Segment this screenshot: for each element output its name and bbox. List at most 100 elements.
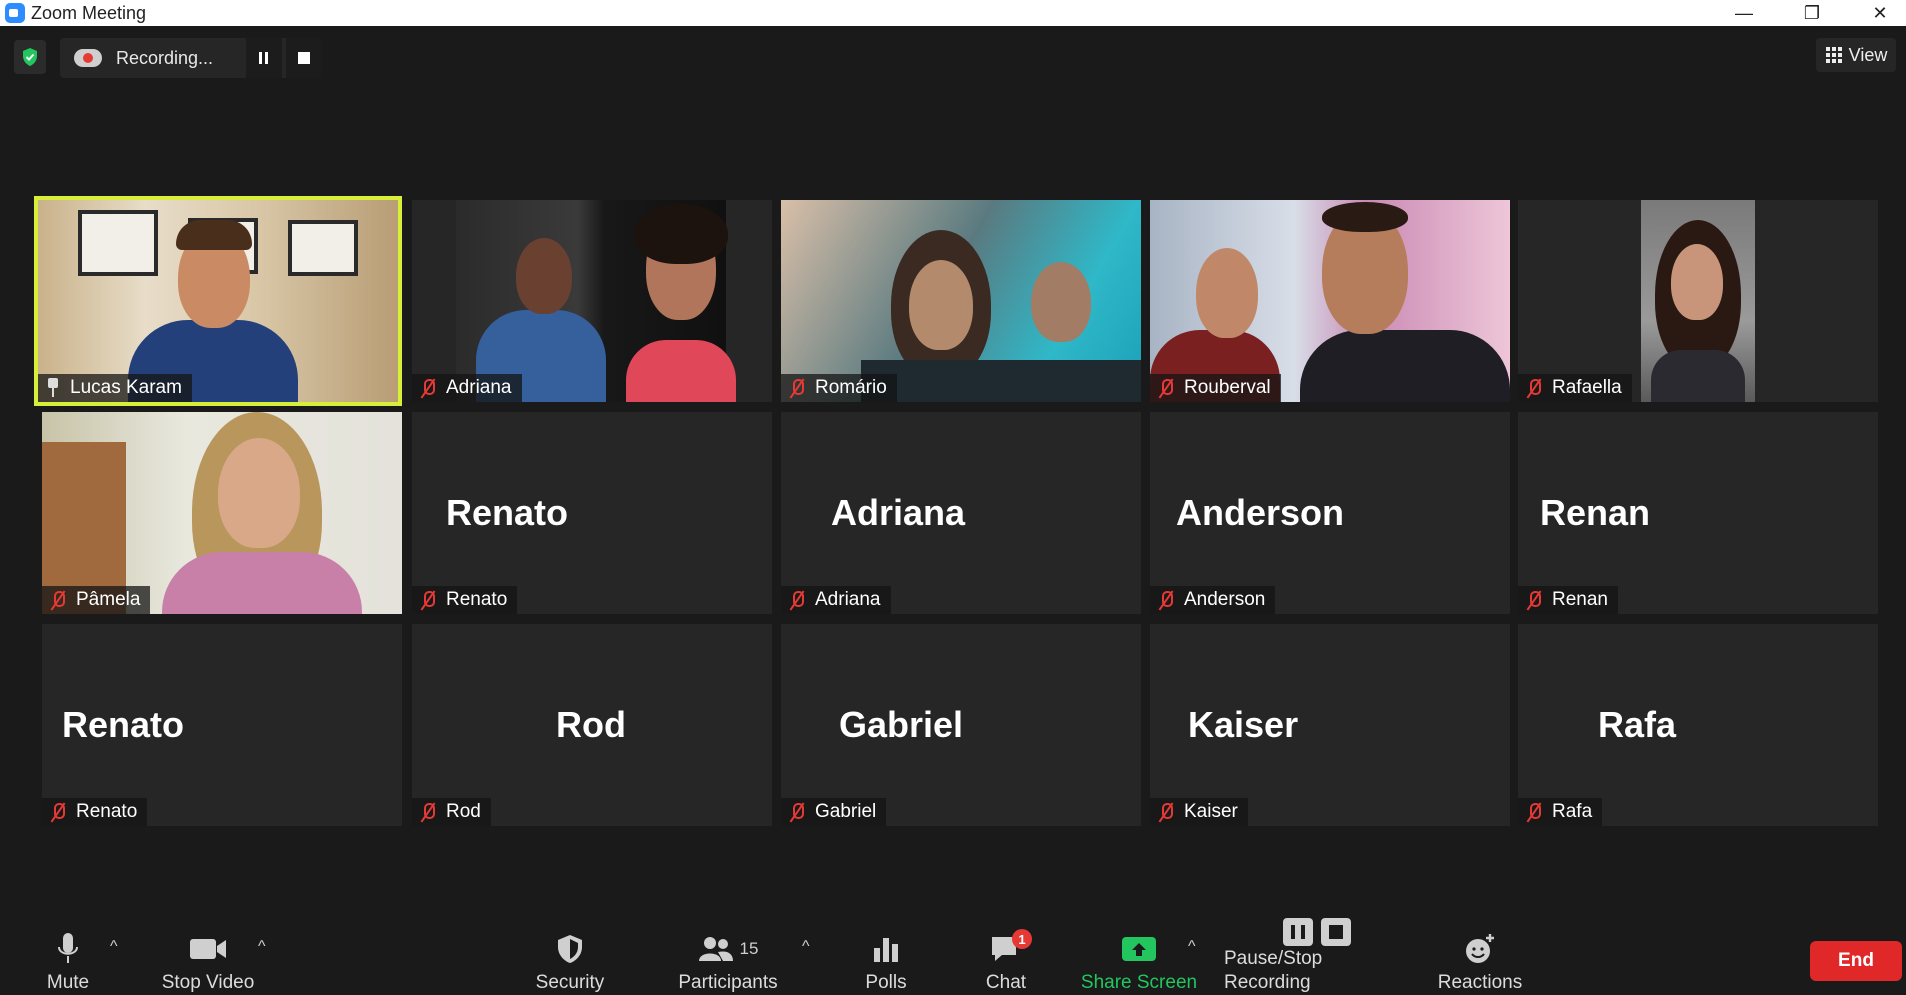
- participant-tile-rod[interactable]: Rod Rod: [412, 624, 772, 826]
- participant-display-name: Rod: [556, 704, 626, 745]
- participant-name-label: Renato: [42, 798, 148, 826]
- participant-name-label: Kaiser: [1150, 798, 1248, 826]
- cloud-recording-icon: [74, 49, 102, 67]
- muted-mic-icon: [1158, 378, 1174, 398]
- participant-name-label: Adriana: [412, 374, 522, 402]
- participant-name-label: Pâmela: [42, 586, 151, 614]
- participant-name-label: Adriana: [781, 586, 891, 614]
- participant-name-label: Rafaella: [1518, 374, 1632, 402]
- encryption-shield-icon[interactable]: [14, 40, 46, 74]
- recording-controls-icon: [1282, 917, 1352, 947]
- participant-name-label: Renato: [412, 586, 518, 614]
- share-screen-button[interactable]: Share Screen: [1080, 920, 1198, 995]
- microphone-icon: [57, 927, 79, 971]
- window-titlebar: Zoom Meeting — ❐ ✕: [0, 0, 1906, 26]
- participant-display-name: Gabriel: [839, 704, 964, 745]
- participant-name-label: Gabriel: [781, 798, 887, 826]
- pause-stop-recording-button[interactable]: Pause/Stop Recording: [1224, 917, 1410, 995]
- participants-count: 15: [739, 939, 759, 958]
- view-label: View: [1848, 44, 1888, 65]
- muted-mic-icon: [789, 378, 805, 398]
- participant-name-label: Rod: [412, 798, 491, 826]
- muted-mic-icon: [1526, 378, 1542, 398]
- participant-name-label: Rafa: [1518, 798, 1603, 826]
- video-feed: [1150, 200, 1510, 402]
- muted-mic-icon: [1158, 590, 1174, 610]
- share-options-caret[interactable]: ^: [1188, 938, 1196, 956]
- restore-button[interactable]: ❐: [1778, 0, 1846, 26]
- participant-tile-anderson[interactable]: Anderson Anderson: [1150, 412, 1510, 614]
- stop-recording-button[interactable]: [286, 38, 322, 78]
- participant-display-name: Renato: [446, 492, 569, 533]
- participant-tile-renato[interactable]: Renato Renato: [412, 412, 772, 614]
- muted-mic-icon: [789, 590, 805, 610]
- participant-tile-rouberval[interactable]: Rouberval: [1150, 200, 1510, 402]
- mute-button[interactable]: Mute: [36, 920, 100, 995]
- video-feed: [42, 412, 402, 614]
- polls-icon: [872, 927, 900, 971]
- participant-name-label: Lucas Karam: [38, 374, 192, 402]
- video-feed: [781, 200, 1141, 402]
- close-button[interactable]: ✕: [1846, 0, 1906, 26]
- participant-tile-adriana-video[interactable]: Adriana: [412, 200, 772, 402]
- muted-mic-icon: [50, 802, 66, 822]
- participant-tile-lucas-karam[interactable]: Lucas Karam: [34, 196, 402, 406]
- polls-button[interactable]: Polls: [854, 920, 918, 995]
- stop-icon: [298, 52, 310, 64]
- muted-mic-icon: [1158, 802, 1174, 822]
- pause-recording-button[interactable]: [246, 38, 282, 78]
- participant-name-label: Rouberval: [1150, 374, 1281, 402]
- muted-mic-icon: [50, 590, 66, 610]
- stop-video-button[interactable]: Stop Video: [158, 920, 258, 995]
- pause-icon: [259, 52, 268, 64]
- participant-display-name: Kaiser: [1188, 704, 1299, 745]
- end-meeting-button[interactable]: End: [1810, 941, 1902, 981]
- participant-name-label: Romário: [781, 374, 897, 402]
- video-options-caret[interactable]: ^: [258, 938, 266, 956]
- reactions-button[interactable]: Reactions: [1434, 920, 1526, 995]
- chat-icon: 1: [990, 927, 1032, 971]
- pin-icon: [46, 378, 60, 398]
- participant-name-label: Renan: [1518, 586, 1618, 614]
- participants-button[interactable]: 15 Participants: [676, 920, 780, 995]
- participant-tile-gabriel[interactable]: Gabriel Gabriel: [781, 624, 1141, 826]
- participant-tile-romario[interactable]: Romário: [781, 200, 1141, 402]
- chat-button[interactable]: 1 Chat: [976, 920, 1036, 995]
- participant-tile-adriana[interactable]: Adriana Adriana: [781, 412, 1141, 614]
- participant-name-label: Anderson: [1150, 586, 1276, 614]
- view-button[interactable]: View: [1816, 38, 1896, 72]
- participant-display-name: Rafa: [1598, 704, 1677, 745]
- participant-tile-kaiser[interactable]: Kaiser Kaiser: [1150, 624, 1510, 826]
- muted-mic-icon: [789, 802, 805, 822]
- meeting-toolbar: Mute ^ Stop Video ^ Security 15 Particip…: [0, 917, 1906, 995]
- reactions-icon: [1463, 927, 1497, 971]
- participant-display-name: Adriana: [831, 492, 966, 533]
- share-screen-icon: [1121, 927, 1157, 971]
- participant-display-name: Renan: [1540, 492, 1651, 533]
- video-camera-icon: [189, 927, 227, 971]
- security-button[interactable]: Security: [530, 920, 610, 995]
- audio-options-caret[interactable]: ^: [110, 938, 118, 956]
- video-feed: [1641, 200, 1755, 402]
- chat-unread-badge: 1: [1012, 929, 1032, 949]
- minimize-button[interactable]: —: [1710, 0, 1778, 26]
- participant-display-name: Anderson: [1176, 492, 1345, 533]
- video-feed: [456, 200, 736, 402]
- recording-status: Recording...: [116, 47, 214, 68]
- participant-tile-renan[interactable]: Renan Renan: [1518, 412, 1878, 614]
- participant-tile-rafa[interactable]: Rafa Rafa: [1518, 624, 1878, 826]
- participant-tile-renato-2[interactable]: Renato Renato: [42, 624, 402, 826]
- participant-tile-rafaella[interactable]: Rafaella: [1518, 200, 1878, 402]
- participants-icon: 15: [698, 927, 759, 971]
- participants-options-caret[interactable]: ^: [802, 938, 810, 956]
- window-title: Zoom Meeting: [31, 2, 147, 23]
- grid-view-icon: [1825, 47, 1842, 63]
- zoom-app-icon: [5, 3, 25, 23]
- muted-mic-icon: [420, 378, 436, 398]
- participant-tile-pamela[interactable]: Pâmela: [42, 412, 402, 614]
- muted-mic-icon: [1526, 590, 1542, 610]
- security-shield-icon: [556, 927, 584, 971]
- muted-mic-icon: [420, 802, 436, 822]
- muted-mic-icon: [1526, 802, 1542, 822]
- video-feed: [38, 200, 398, 402]
